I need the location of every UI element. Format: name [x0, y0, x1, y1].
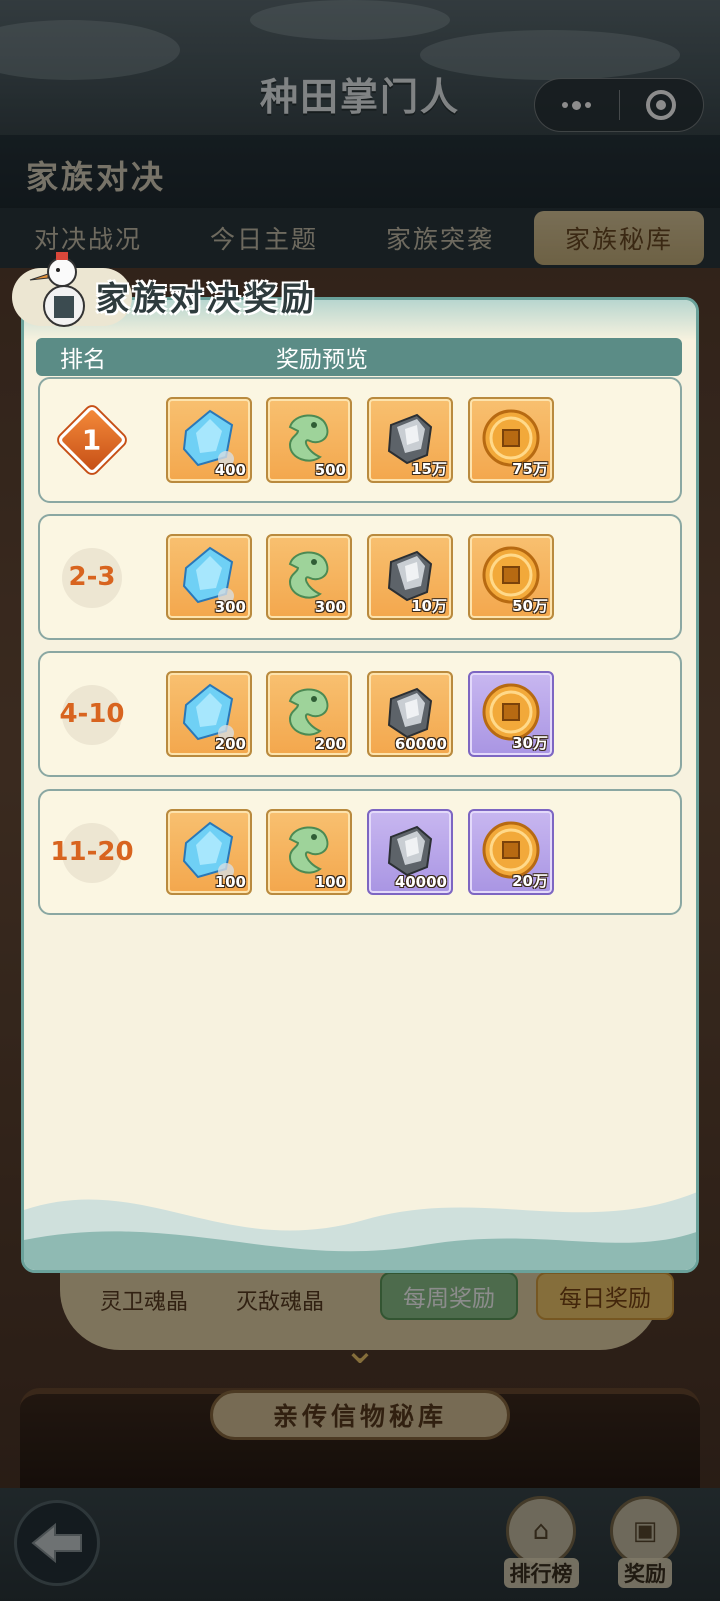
reward-row-rank-4-10: 4-10 200 200 60000 30万 [38, 651, 682, 777]
item-quantity: 400 [214, 461, 246, 479]
reward-row-rank-2-3: 2-3 300 300 10万 50万 [38, 514, 682, 640]
reward-item[interactable]: 200 [166, 671, 252, 757]
rewards-column-label: 奖励预览 [276, 347, 368, 373]
rank-number: 1 [82, 423, 102, 457]
item-quantity: 300 [214, 598, 246, 616]
reward-item[interactable]: 15万 [367, 397, 453, 483]
item-quantity: 500 [314, 461, 346, 479]
reward-item[interactable]: 500 [266, 397, 352, 483]
rank-label: 4-10 [40, 653, 144, 775]
item-quantity: 200 [314, 735, 346, 753]
reward-item[interactable]: 40000 [367, 809, 453, 895]
reward-item[interactable]: 200 [266, 671, 352, 757]
reward-item[interactable]: 20万 [468, 809, 554, 895]
reward-row-rank-11-20: 11-20 100 100 40000 20万 [38, 789, 682, 915]
item-quantity: 100 [214, 873, 246, 891]
reward-item[interactable]: 400 [166, 397, 252, 483]
item-quantity: 300 [314, 598, 346, 616]
crane-mascot-icon [29, 252, 85, 327]
item-quantity: 40000 [394, 873, 447, 891]
item-quantity: 100 [314, 873, 346, 891]
column-header: 排名 奖励预览 [36, 338, 682, 376]
reward-item[interactable]: 300 [166, 534, 252, 620]
reward-item[interactable]: 30万 [468, 671, 554, 757]
reward-item[interactable]: 300 [266, 534, 352, 620]
item-quantity: 75万 [512, 460, 548, 478]
item-quantity: 200 [214, 735, 246, 753]
reward-item[interactable]: 10万 [367, 534, 453, 620]
rank-label: 1 [40, 379, 144, 501]
reward-item[interactable]: 100 [266, 809, 352, 895]
rank-column-label: 排名 [60, 347, 106, 373]
item-quantity: 30万 [512, 734, 548, 752]
item-quantity: 20万 [512, 872, 548, 890]
reward-item[interactable]: 75万 [468, 397, 554, 483]
item-quantity: 15万 [411, 460, 447, 478]
rank-label: 11-20 [40, 791, 144, 913]
modal-title: 家族对决奖励 [96, 279, 318, 318]
rank-range: 2-3 [68, 562, 116, 592]
rank-label: 2-3 [40, 516, 144, 638]
wave-decoration [24, 1192, 696, 1270]
item-quantity: 10万 [411, 597, 447, 615]
rank-range: 4-10 [59, 699, 125, 729]
item-quantity: 50万 [512, 597, 548, 615]
rank-range: 11-20 [50, 837, 134, 867]
item-quantity: 60000 [394, 735, 447, 753]
rank-badge-icon: 1 [56, 404, 128, 476]
reward-item[interactable]: 50万 [468, 534, 554, 620]
reward-row-rank-1: 1 400 500 15万 75万 [38, 377, 682, 503]
reward-item[interactable]: 100 [166, 809, 252, 895]
reward-item[interactable]: 60000 [367, 671, 453, 757]
